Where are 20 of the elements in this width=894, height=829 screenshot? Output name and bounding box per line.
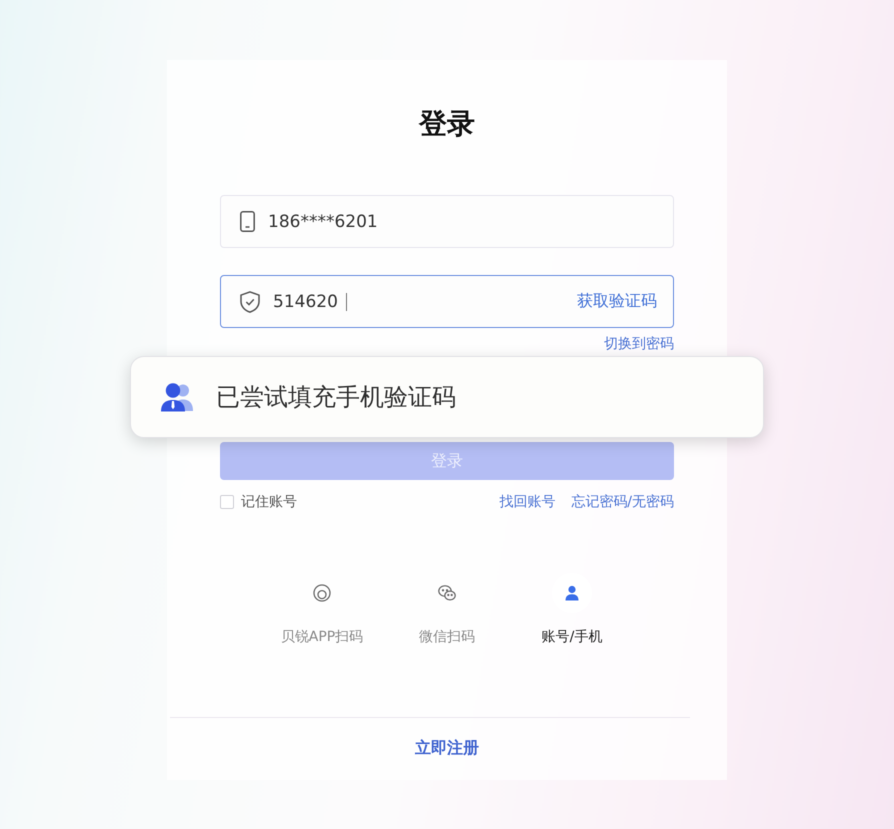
login-method-tab[interactable]: 贝锐APP扫码 <box>267 573 377 645</box>
recover-account-link[interactable]: 找回账号 <box>499 494 556 510</box>
login-method-tab[interactable]: 微信扫码 <box>392 573 502 645</box>
switch-to-password-link[interactable]: 切换到密码 <box>604 336 674 352</box>
phone-icon <box>240 211 255 232</box>
remember-checkbox[interactable] <box>220 495 234 509</box>
shield-check-icon <box>240 290 260 312</box>
register-link[interactable]: 立即注册 <box>415 738 479 758</box>
login-method-tab[interactable]: 账号/手机 <box>517 573 627 645</box>
phone-number-field[interactable]: 186****6201 <box>220 195 674 248</box>
text-cursor-icon <box>346 292 347 310</box>
remember-account-label[interactable]: 记住账号 <box>241 494 297 510</box>
chat-bubbles-icon <box>438 584 456 602</box>
get-code-link[interactable]: 获取验证码 <box>577 291 657 312</box>
toast-message: 已尝试填充手机验证码 <box>216 382 456 412</box>
verification-code-field[interactable]: 514620 获取验证码 <box>220 275 674 328</box>
page-title: 登录 <box>418 106 476 142</box>
ring-icon <box>313 584 331 602</box>
forgot-password-link[interactable]: 忘记密码/无密码 <box>571 494 674 510</box>
users-icon <box>160 382 194 412</box>
